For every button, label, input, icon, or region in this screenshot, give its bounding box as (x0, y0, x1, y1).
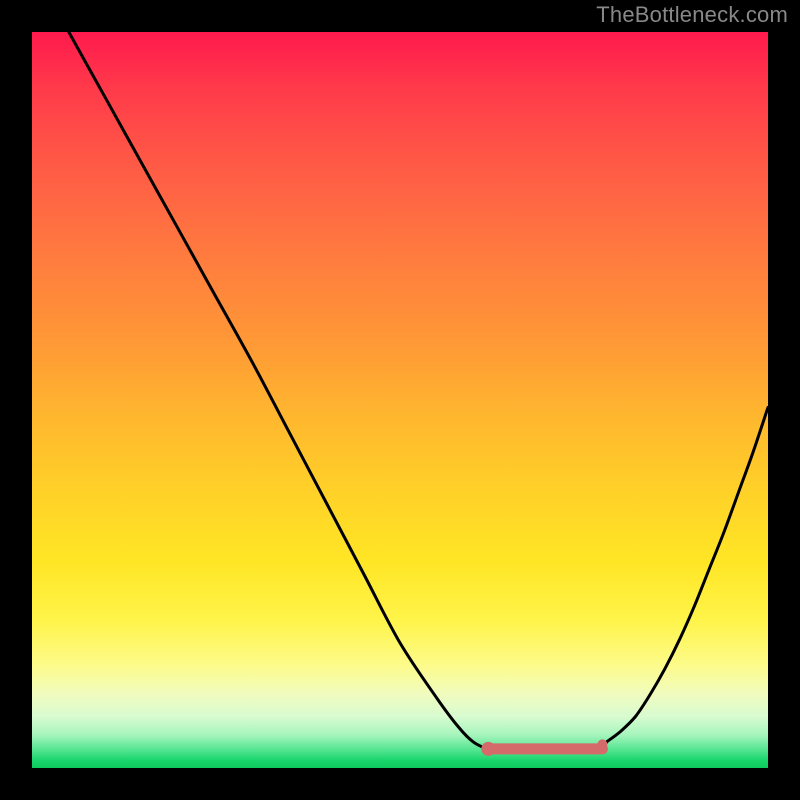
plot-area (32, 32, 768, 768)
bottleneck-marker-dot-right (597, 739, 607, 749)
bottleneck-marker-dot-left (481, 742, 495, 756)
chart-frame: TheBottleneck.com (0, 0, 800, 800)
watermark-text: TheBottleneck.com (596, 2, 788, 28)
curve-layer (32, 32, 768, 768)
bottleneck-curve (69, 32, 768, 752)
